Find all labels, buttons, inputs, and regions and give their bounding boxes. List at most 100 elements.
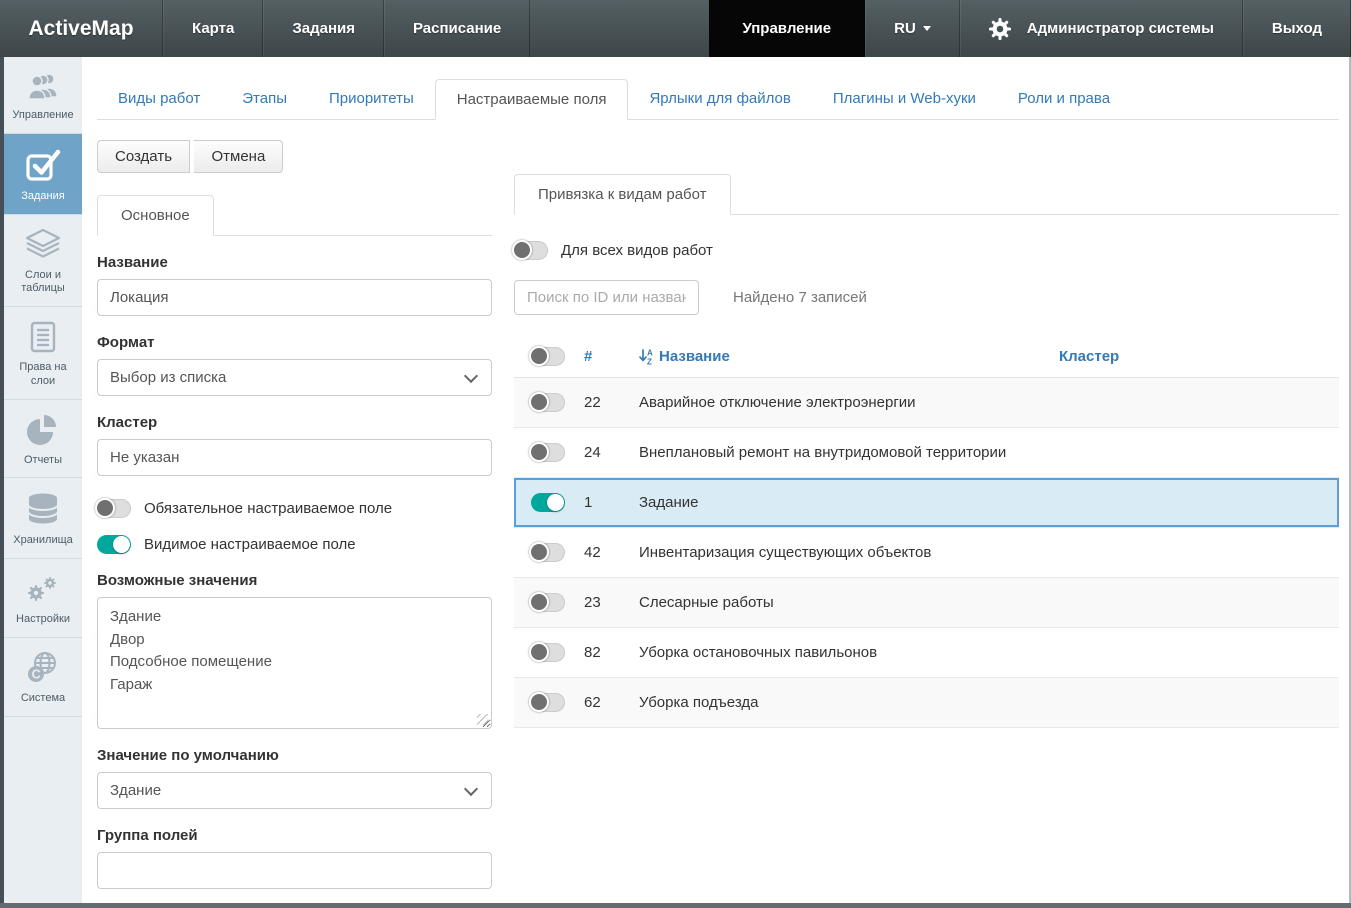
possible-values-label: Возможные значения <box>97 572 492 589</box>
sidebar-item-reports[interactable]: Отчеты <box>4 400 82 479</box>
checkbox-icon <box>22 147 64 183</box>
header-number[interactable]: # <box>584 348 639 365</box>
row-id: 62 <box>584 694 639 711</box>
create-button[interactable]: Создать <box>97 140 190 173</box>
table-row-selected[interactable]: 1 Задание <box>514 478 1339 528</box>
tab-file-labels[interactable]: Ярлыки для файлов <box>628 79 811 120</box>
row-id: 82 <box>584 644 639 661</box>
work-types-table: # A Z Название Кластер <box>514 335 1339 728</box>
table-row[interactable]: 23 Слесарные работы <box>514 578 1339 628</box>
table-row[interactable]: 42 Инвентаризация существующих объектов <box>514 528 1339 578</box>
tab-roles-rights[interactable]: Роли и права <box>997 79 1131 120</box>
svg-text:C: C <box>32 667 41 681</box>
logout-button[interactable]: Выход <box>1243 0 1351 57</box>
visible-toggle-label: Видимое настраиваемое поле <box>144 536 356 553</box>
tab-plugins-webhooks[interactable]: Плагины и Web-хуки <box>812 79 997 120</box>
sidebar-item-label: Настройки <box>6 613 80 627</box>
tab-main[interactable]: Основное <box>97 195 214 236</box>
cluster-label: Кластер <box>97 414 492 431</box>
row-id: 23 <box>584 594 639 611</box>
tab-stages[interactable]: Этапы <box>221 79 308 120</box>
tab-work-types[interactable]: Виды работ <box>97 79 221 120</box>
topnav-item-schedule[interactable]: Расписание <box>384 0 530 57</box>
row-name: Задание <box>639 494 1059 511</box>
tab-priorities[interactable]: Приоритеты <box>308 79 435 120</box>
default-value-select[interactable]: Здание <box>97 772 492 809</box>
sidebar-item-tasks[interactable]: Задания <box>4 134 82 215</box>
table-row[interactable]: 62 Уборка подъезда <box>514 678 1339 728</box>
name-label: Название <box>97 254 492 271</box>
user-menu[interactable]: Администратор системы <box>960 0 1243 57</box>
topnav-item-map[interactable]: Карта <box>163 0 263 57</box>
topnav-item-management[interactable]: Управление <box>709 0 865 57</box>
all-work-types-row: Для всех видов работ <box>514 241 1339 260</box>
sidebar-item-layer-rights[interactable]: Права на слои <box>4 307 82 400</box>
tab-custom-fields[interactable]: Настраиваемые поля <box>435 79 629 120</box>
header-name-cell[interactable]: A Z Название <box>639 348 1059 365</box>
field-group-input[interactable] <box>97 852 492 889</box>
window-bottom-border <box>0 903 1351 908</box>
row-toggle[interactable] <box>531 443 565 462</box>
row-id: 22 <box>584 394 639 411</box>
work-types-binding-panel: Привязка к видам работ Для всех видов ра… <box>514 120 1339 728</box>
search-input[interactable] <box>514 280 699 315</box>
sidebar-item-label: Система <box>6 692 80 706</box>
sidebar-item-system[interactable]: C Система <box>4 638 82 717</box>
header-toggle[interactable] <box>531 347 565 366</box>
sidebar-item-label: Права на слои <box>6 361 80 389</box>
row-name: Слесарные работы <box>639 594 1059 611</box>
row-toggle[interactable] <box>531 643 565 662</box>
required-field-toggle[interactable] <box>97 499 131 518</box>
table-row[interactable]: 82 Уборка остановочных павильонов <box>514 628 1339 678</box>
table-row[interactable]: 22 Аварийное отключение электроэнергии <box>514 378 1339 428</box>
all-work-types-toggle[interactable] <box>514 241 548 260</box>
switch-knob <box>529 542 549 562</box>
visible-field-toggle[interactable] <box>97 535 131 554</box>
cancel-button[interactable]: Отмена <box>194 140 283 173</box>
switch-knob <box>529 692 549 712</box>
top-navigation-bar: ActiveMap Карта Задания Расписание Управ… <box>0 0 1351 57</box>
cluster-input[interactable] <box>97 439 492 476</box>
sidebar-item-label: Слои и таблицы <box>6 269 80 297</box>
default-value-label: Значение по умолчанию <box>97 747 492 764</box>
database-icon <box>23 491 63 527</box>
table-row[interactable]: 24 Внеплановый ремонт на внутридомовой т… <box>514 428 1339 478</box>
language-label: RU <box>894 20 916 37</box>
topnav-item-tasks[interactable]: Задания <box>263 0 384 57</box>
sidebar-item-settings[interactable]: Настройки <box>4 559 82 638</box>
sidebar-item-storages[interactable]: Хранилища <box>4 478 82 559</box>
pie-chart-icon <box>23 413 63 447</box>
row-toggle[interactable] <box>531 393 565 412</box>
row-toggle[interactable] <box>531 493 565 512</box>
records-found-text: Найдено 7 записей <box>733 289 867 306</box>
row-id: 24 <box>584 444 639 461</box>
sidebar-item-management[interactable]: Управление <box>4 57 82 134</box>
header-toggle-cell <box>514 347 584 366</box>
switch-knob <box>512 240 532 260</box>
row-toggle[interactable] <box>531 593 565 612</box>
switch-knob <box>113 536 130 553</box>
visible-toggle-row: Видимое настраиваемое поле <box>97 535 492 554</box>
row-name: Уборка подъезда <box>639 694 1059 711</box>
tab-work-types-binding[interactable]: Привязка к видам работ <box>514 174 731 215</box>
topbar-spacer <box>530 0 709 57</box>
language-selector[interactable]: RU <box>865 0 960 57</box>
switch-knob <box>529 592 549 612</box>
all-work-types-label: Для всех видов работ <box>561 242 713 259</box>
row-name: Внеплановый ремонт на внутридомовой терр… <box>639 444 1059 461</box>
table-header: # A Z Название Кластер <box>514 335 1339 378</box>
header-cluster[interactable]: Кластер <box>1059 348 1339 365</box>
user-name: Администратор системы <box>1027 20 1214 37</box>
format-select[interactable]: Выбор из списка <box>97 359 492 396</box>
format-field-group: Формат Выбор из списка <box>97 334 492 396</box>
sidebar-item-layers[interactable]: Слои и таблицы <box>4 215 82 308</box>
row-toggle[interactable] <box>531 693 565 712</box>
editor-subtabs: Основное <box>97 195 492 236</box>
header-name: Название <box>659 348 730 365</box>
row-toggle[interactable] <box>531 543 565 562</box>
name-input[interactable] <box>97 279 492 316</box>
field-group-group: Группа полей <box>97 827 492 889</box>
row-name: Уборка остановочных павильонов <box>639 644 1059 661</box>
possible-values-textarea[interactable]: Здание Двор Подсобное помещение Гараж <box>97 597 492 729</box>
field-group-label: Группа полей <box>97 827 492 844</box>
